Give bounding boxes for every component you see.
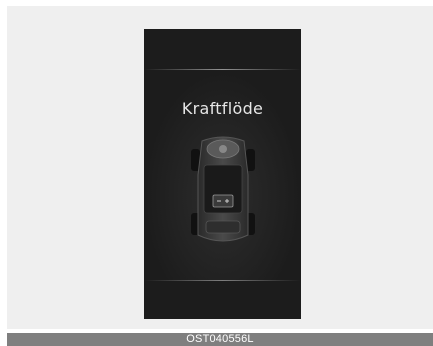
display-screen: Kraftflöde	[144, 29, 301, 319]
bottom-divider	[144, 280, 301, 281]
figure-code: OST040556L	[7, 333, 433, 346]
engine-hub	[219, 145, 227, 153]
battery	[212, 194, 234, 208]
top-divider	[144, 69, 301, 70]
car-topview-icon	[191, 136, 255, 242]
rear	[205, 220, 241, 234]
screen-title: Kraftflöde	[181, 99, 264, 118]
